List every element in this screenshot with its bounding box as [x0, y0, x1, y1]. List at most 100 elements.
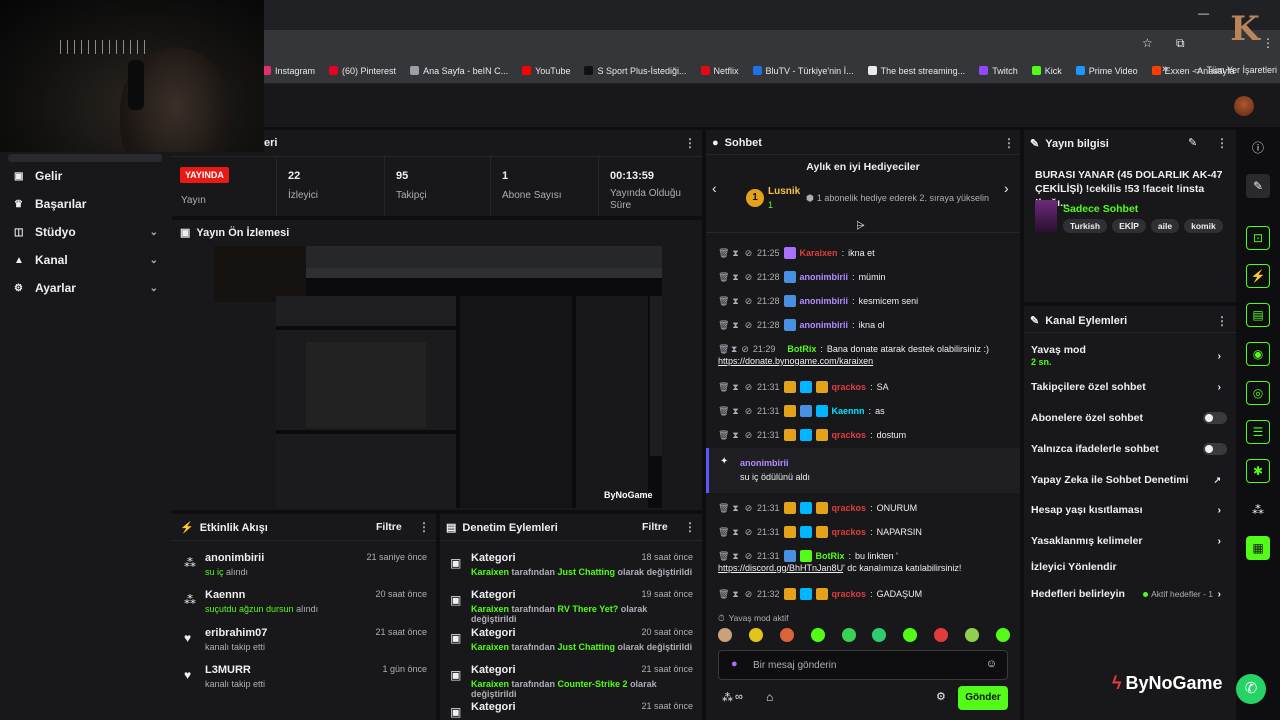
- timeout-icon[interactable]: ⧗: [731, 318, 740, 332]
- clipboard-icon[interactable]: ▤: [1246, 303, 1270, 327]
- chat-bubble-icon[interactable]: ◉: [1246, 342, 1270, 366]
- bookmark-item[interactable]: Netflix: [700, 66, 739, 76]
- broadcast-icon[interactable]: ◎: [1246, 381, 1270, 405]
- category-thumbnail[interactable]: [1035, 200, 1057, 232]
- timeout-icon[interactable]: ⧗: [731, 294, 740, 308]
- gifters-next-icon[interactable]: ›: [1004, 180, 1009, 196]
- app-icon[interactable]: ▦: [1246, 536, 1270, 560]
- bolt-icon[interactable]: ⚡: [1246, 264, 1270, 288]
- ban-icon[interactable]: ⊘: [744, 525, 753, 539]
- redirect-item[interactable]: İzleyici Yönlendir: [1031, 560, 1227, 574]
- slow-mode-item[interactable]: Yavaş mod 2 sn. ›: [1031, 344, 1227, 370]
- chat-username[interactable]: Karaixen: [800, 246, 838, 260]
- emote-icon[interactable]: [872, 628, 887, 642]
- delete-icon[interactable]: 🗑: [718, 428, 729, 442]
- emote-icon[interactable]: [748, 628, 763, 642]
- age-restriction-item[interactable]: Hesap yaşı kısıtlaması ›: [1031, 503, 1227, 517]
- category-name[interactable]: Sadece Sohbet: [1063, 203, 1138, 215]
- ban-icon[interactable]: ⊘: [744, 549, 753, 563]
- delete-icon[interactable]: 🗑: [718, 525, 729, 539]
- timeout-icon[interactable]: ⧗: [731, 587, 740, 601]
- emote-icon[interactable]: [810, 628, 825, 642]
- chat-menu-icon[interactable]: ⋮: [1003, 136, 1015, 150]
- ban-icon[interactable]: ⊘: [744, 318, 753, 332]
- chat-username[interactable]: qrackos: [832, 525, 867, 539]
- bookmark-item[interactable]: Twitch: [979, 66, 1018, 76]
- chat-username[interactable]: BotRix: [787, 342, 816, 356]
- stream-info-menu-icon[interactable]: ⋮: [1216, 136, 1228, 150]
- activity-item[interactable]: eribrahim07 kanalı takip etti 21 saat önce: [205, 627, 427, 652]
- ban-icon[interactable]: ⊘: [744, 294, 753, 308]
- stats-menu-icon[interactable]: ⋮: [684, 136, 696, 150]
- banned-words-item[interactable]: Yasaklanmış kelimeler ›: [1031, 534, 1227, 548]
- emote-icon[interactable]: [718, 628, 732, 642]
- timeout-icon[interactable]: ⧗: [731, 549, 740, 563]
- tag[interactable]: Turkish: [1063, 219, 1108, 233]
- gifters-prev-icon[interactable]: ‹: [712, 180, 717, 196]
- emote-icon[interactable]: [934, 628, 949, 642]
- timeout-icon[interactable]: ⧗: [731, 501, 740, 515]
- sidebar-item-kanal[interactable]: ▲ Kanal ⌄: [0, 246, 172, 274]
- sidebar-item-gelir[interactable]: ▣ Gelir: [0, 162, 172, 190]
- timeout-icon[interactable]: ⧗: [731, 428, 740, 442]
- bookmark-item[interactable]: Prime Video: [1075, 66, 1138, 76]
- chat-message[interactable]: 🗑 ⧗ ⊘ 21:31 qrackos: dostum: [718, 428, 966, 442]
- ban-icon[interactable]: ⊘: [744, 587, 753, 601]
- chat-username[interactable]: Kaennn: [832, 404, 865, 418]
- emote-icon[interactable]: [903, 628, 918, 642]
- chat-username[interactable]: qrackos: [832, 501, 867, 515]
- bookmark-item[interactable]: Kick: [1031, 66, 1062, 76]
- chat-input[interactable]: ● Bir mesaj gönderin ☺: [718, 650, 1008, 680]
- emote-icon[interactable]: [841, 628, 856, 642]
- chat-message[interactable]: 🗑 ⧗ ⊘ 21:31 qrackos: ONURUM: [718, 501, 966, 515]
- bookmark-item[interactable]: YouTube: [522, 66, 570, 76]
- timeout-icon[interactable]: ⧗: [731, 404, 740, 418]
- chat-username[interactable]: anonimbirii: [800, 294, 849, 308]
- moderation-item[interactable]: Kategori 21 saat önce: [471, 701, 693, 713]
- bookmark-item[interactable]: Ana Sayfa - beIN C...: [410, 66, 508, 76]
- delete-icon[interactable]: 🗑: [718, 549, 729, 563]
- all-bookmarks[interactable]: ▭ Tüm Yer İşaretleri: [1194, 65, 1277, 76]
- activity-item[interactable]: Kaennn suçutdu ağzun dursun alındı 20 saat…: [205, 589, 427, 614]
- delete-icon[interactable]: 🗑: [718, 404, 729, 418]
- delete-icon[interactable]: 🗑: [718, 294, 729, 308]
- activity-filter-button[interactable]: Filtre: [376, 521, 402, 533]
- emotes-only-toggle[interactable]: [1203, 443, 1227, 455]
- points-indicator[interactable]: ⁂ ∞: [722, 691, 743, 704]
- delete-icon[interactable]: 🗑: [718, 246, 729, 260]
- chat-link[interactable]: https://discord.gg/BhHTnJan8U: [718, 563, 843, 573]
- chat-username[interactable]: qrackos: [832, 587, 867, 601]
- followers-only-item[interactable]: Takipçilere özel sohbet ›: [1031, 380, 1227, 394]
- bookmark-item[interactable]: Instagram: [262, 66, 315, 76]
- emote-icon[interactable]: [995, 628, 1010, 642]
- chat-message[interactable]: 🗑 ⧗ ⊘ 21:31 Kaennn: as: [718, 404, 966, 418]
- chat-settings-icon[interactable]: ⚙: [936, 690, 946, 703]
- ban-icon[interactable]: ⊘: [744, 501, 753, 515]
- chat-message[interactable]: 🗑 ⧗ ⊘ 21:29 BotRix: Bana donate atarak destek…: [718, 342, 989, 356]
- avatar[interactable]: [1234, 96, 1254, 116]
- moderation-item[interactable]: Kategori Karaixen tarafından Counter-Stri…: [471, 664, 693, 699]
- list-icon[interactable]: ☰: [1246, 420, 1270, 444]
- delete-icon[interactable]: 🗑: [718, 318, 729, 332]
- timeout-icon[interactable]: ⧗: [731, 380, 740, 394]
- chat-username[interactable]: qrackos: [832, 428, 867, 442]
- tools-icon[interactable]: ✱: [1246, 459, 1270, 483]
- info-icon[interactable]: ⓘ: [1246, 135, 1270, 159]
- store-icon[interactable]: ⌂: [766, 690, 773, 704]
- bookmark-item[interactable]: S Sport Plus-İstediği...: [584, 66, 687, 76]
- chat-link[interactable]: https://donate.bynogame.com/karaixen: [718, 356, 873, 366]
- goals-item[interactable]: Hedefleri belirleyin Aktif hedefler - 1 …: [1031, 587, 1227, 601]
- ban-icon[interactable]: ⊘: [744, 270, 753, 284]
- tag[interactable]: EKİP: [1112, 219, 1146, 233]
- ban-icon[interactable]: ⊘: [744, 380, 753, 394]
- activity-menu-icon[interactable]: ⋮: [418, 520, 430, 534]
- stream-preview[interactable]: ByNoGame: [214, 246, 662, 508]
- activity-item[interactable]: L3MURR kanalı takip etti 1 gün önce: [205, 664, 427, 689]
- moderation-item[interactable]: Kategori Karaixen tarafından RV There Yet…: [471, 589, 693, 624]
- chat-message[interactable]: 🗑 ⧗ ⊘ 21:31 qrackos: NAPARSIN: [718, 525, 966, 539]
- chat-username[interactable]: anonimbirii: [800, 318, 849, 332]
- star-icon[interactable]: ☆: [1142, 36, 1153, 50]
- edit-stream-info-icon[interactable]: ✎: [1188, 136, 1197, 149]
- bookmark-item[interactable]: BluTV - Türkiye'nin İ...: [752, 66, 854, 76]
- chat-message[interactable]: 🗑 ⧗ ⊘ 21:32 qrackos: GADAŞUM: [718, 587, 966, 601]
